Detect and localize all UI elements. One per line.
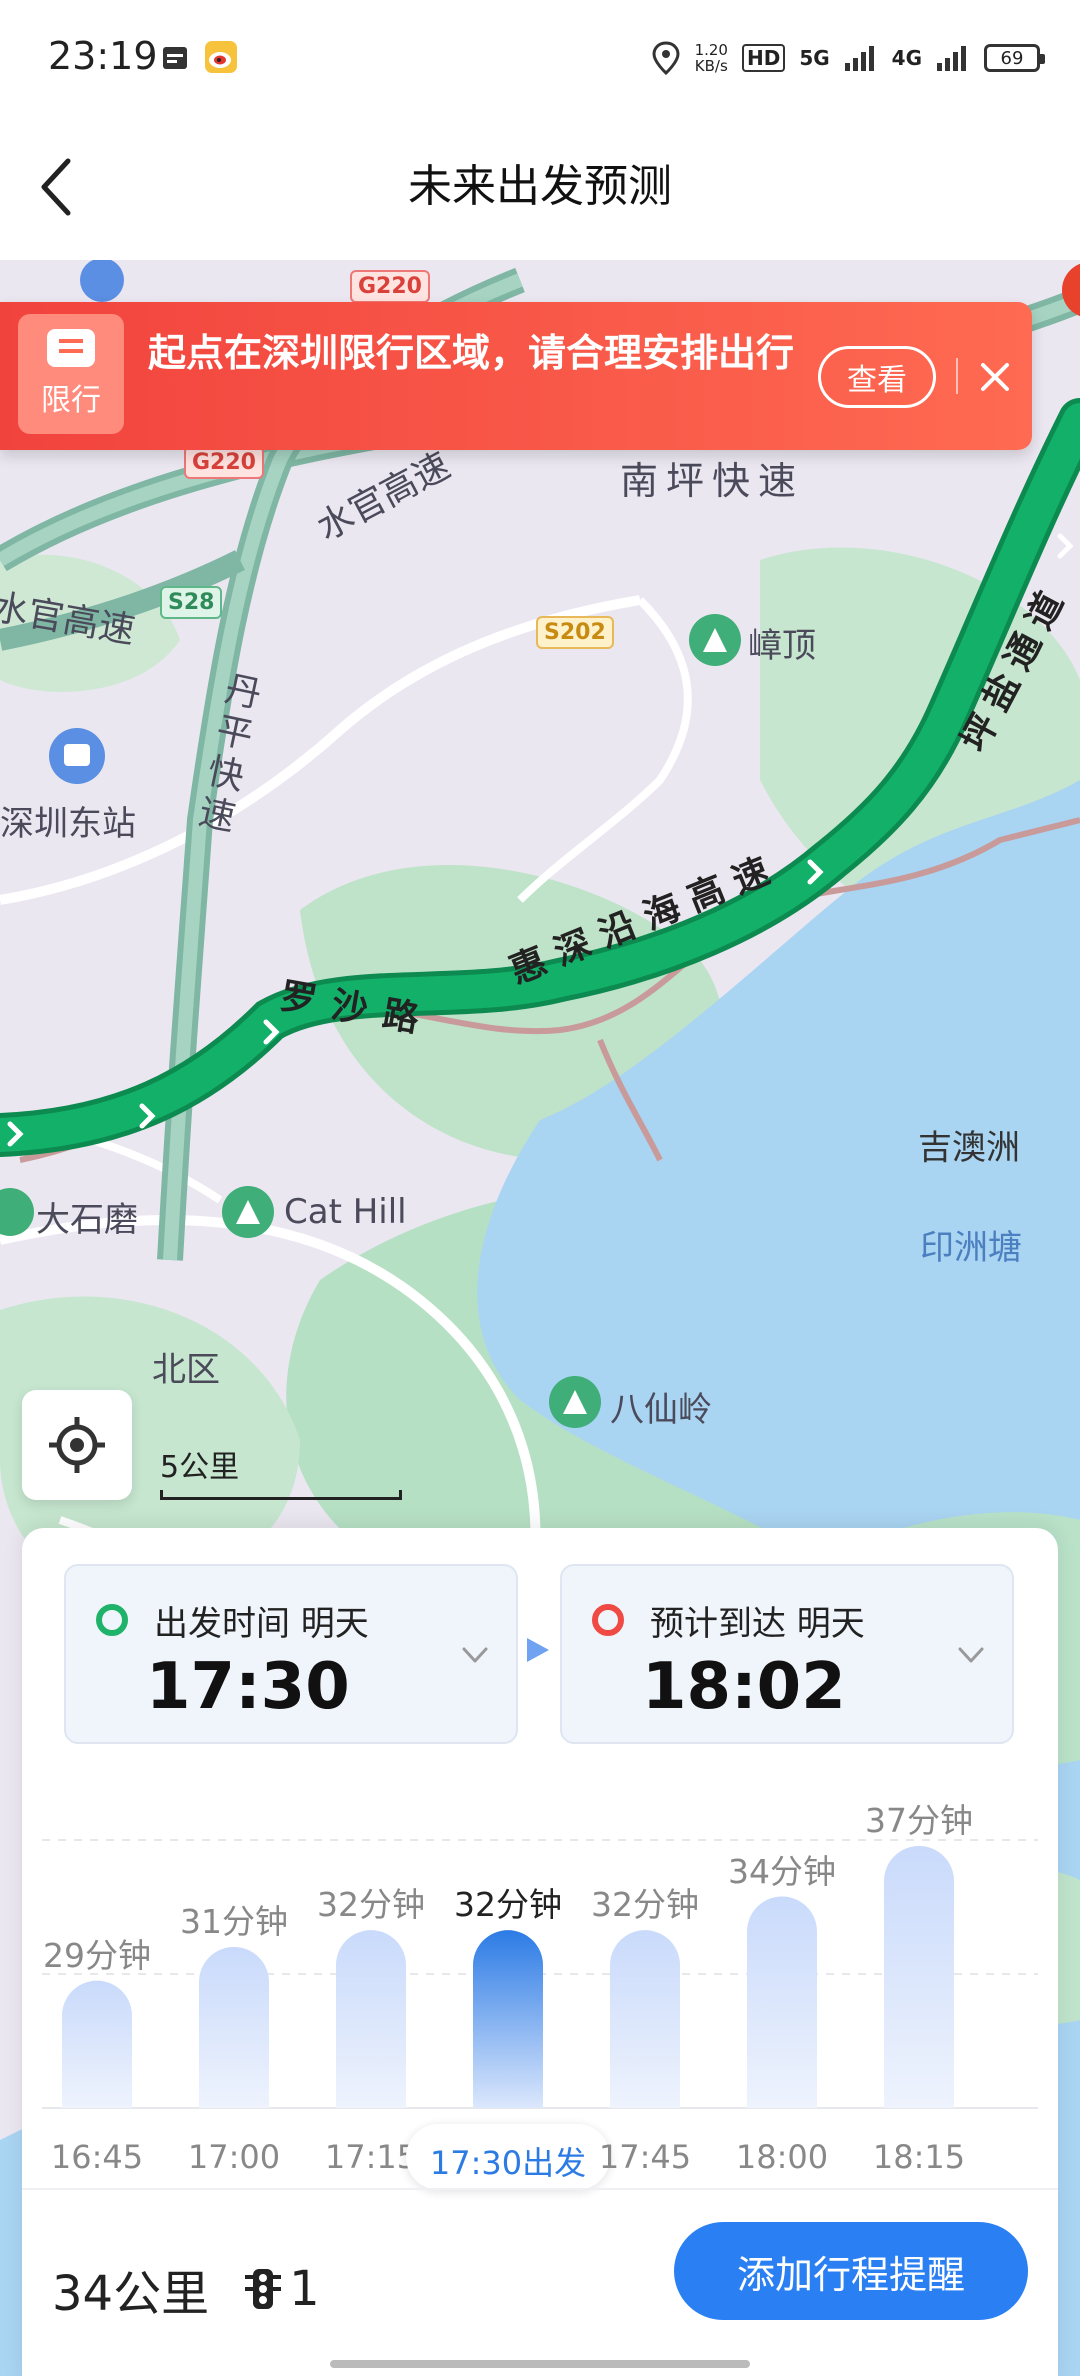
duration-value-label-3: 32分钟 [454,1885,562,1925]
map-label-cat-hill: Cat Hill [284,1192,407,1232]
time-tick-0[interactable]: 16:45 [27,2138,167,2176]
duration-bar-5[interactable] [747,1896,817,2109]
time-tick-6[interactable]: 18:15 [849,2138,989,2176]
signal-bars-icon [844,46,874,71]
view-button[interactable]: 查看 [818,346,936,408]
scale-bar [160,1490,402,1500]
road-shield-g220-mid: G220 [184,446,264,479]
time-tick-1[interactable]: 17:00 [164,2138,304,2176]
map-label-jiaozhou: 吉澳洲 [918,1128,1020,1168]
home-indicator [330,2360,750,2368]
duration-chart: 29分钟 16:45 31分钟 17:00 32分钟 17:15 32分钟 17:30出发 32… [22,1788,1058,2198]
map-label-north-district: 北区 [152,1350,220,1390]
page-title: 未来出发预测 [408,161,672,212]
start-dot-icon [96,1604,128,1636]
status-bar: 23:19 1.20 KB/s HD 5G 4G 69 [0,0,1080,115]
duration-bar-4[interactable] [610,1930,680,2108]
restriction-badge: 限行 [18,314,124,434]
trip-summary: 34公里 1 [52,2254,320,2324]
chevron-down-icon [462,1647,488,1663]
signal-5g: 5G [799,46,830,70]
depart-time: 17:30 [146,1650,350,1724]
map-label-shenzhen-east-station: 深圳东站 [0,804,136,844]
road-shield-s28: S28 [160,586,223,619]
map-label-yinzhoutang: 印洲塘 [920,1228,1022,1268]
close-banner-button[interactable] [970,350,1020,404]
traffic-light-icon [243,2267,283,2311]
arrow-right-icon [527,1638,549,1662]
location-icon [652,41,680,75]
duration-value-label-1: 31分钟 [180,1902,288,1941]
duration-bar-1[interactable] [199,1947,269,2108]
traffic-light-count: 1 [289,2261,320,2317]
duration-bar-2[interactable] [336,1930,406,2108]
card-divider [22,2188,1058,2190]
map-label-zhangding: 嶂顶 [748,626,816,666]
road-shield-s202: S202 [536,616,614,649]
status-time: 23:19 [48,34,158,78]
restriction-banner: 限行 起点在深圳限行区域，请合理安排出行 查看 [0,302,1032,450]
map-label-nanping-expressway: 南坪快速 [620,459,805,503]
duration-value-label-5: 34分钟 [728,1851,836,1891]
crosshair-icon [49,1417,105,1473]
depart-label: 出发时间 明天 [154,1604,369,1644]
duration-bar-3[interactable] [473,1930,543,2108]
status-right: 1.20 KB/s HD 5G 4G 69 [651,36,1045,80]
message-icon [47,329,95,367]
duration-bar-6[interactable] [884,1846,954,2108]
map-label-dashimo: 大石磨 [36,1200,138,1240]
banner-divider [956,358,958,394]
map-label-baxianling: 八仙岭 [610,1390,712,1430]
duration-value-label-0: 29分钟 [43,1935,151,1975]
trip-card: 出发时间 明天 17:30 预计到达 明天 18:02 29分钟 16:45 3… [22,1528,1058,2376]
signal-bars-icon-2 [937,46,966,71]
add-reminder-button[interactable]: 添加行程提醒 [674,2222,1028,2320]
locate-button[interactable] [22,1390,132,1500]
end-dot-icon [592,1604,624,1636]
battery-icon: 69 [984,44,1045,72]
trip-distance: 34公里 [52,2266,210,2322]
duration-bar-0[interactable] [62,1980,132,2108]
map-scale: 5公里 [160,1442,402,1500]
restriction-message: 起点在深圳限行区域，请合理安排出行 [148,331,795,375]
close-icon [981,363,1009,391]
scale-label: 5公里 [160,1450,240,1485]
time-tick-4[interactable]: 17:45 [575,2138,715,2176]
duration-value-label-6: 37分钟 [865,1801,973,1840]
arrive-time-selector[interactable]: 预计到达 明天 18:02 [560,1564,1014,1744]
time-tick-5[interactable]: 18:00 [712,2138,852,2176]
signal-4g: 4G [891,46,922,70]
road-shield-g220-top: G220 [350,270,430,303]
duration-value-label-4: 32分钟 [591,1885,699,1925]
chevron-down-icon-2 [958,1647,984,1663]
network-speed: 1.20 KB/s [694,41,728,75]
depart-time-selector[interactable]: 出发时间 明天 17:30 [64,1564,518,1744]
restriction-badge-label: 限行 [41,383,101,418]
hd-badge: HD [741,44,786,72]
arrive-label: 预计到达 明天 [650,1604,865,1644]
calendar-icon [160,40,190,74]
arrive-time: 18:02 [642,1650,846,1724]
weibo-icon [204,40,238,74]
duration-value-label-2: 32分钟 [317,1885,425,1925]
